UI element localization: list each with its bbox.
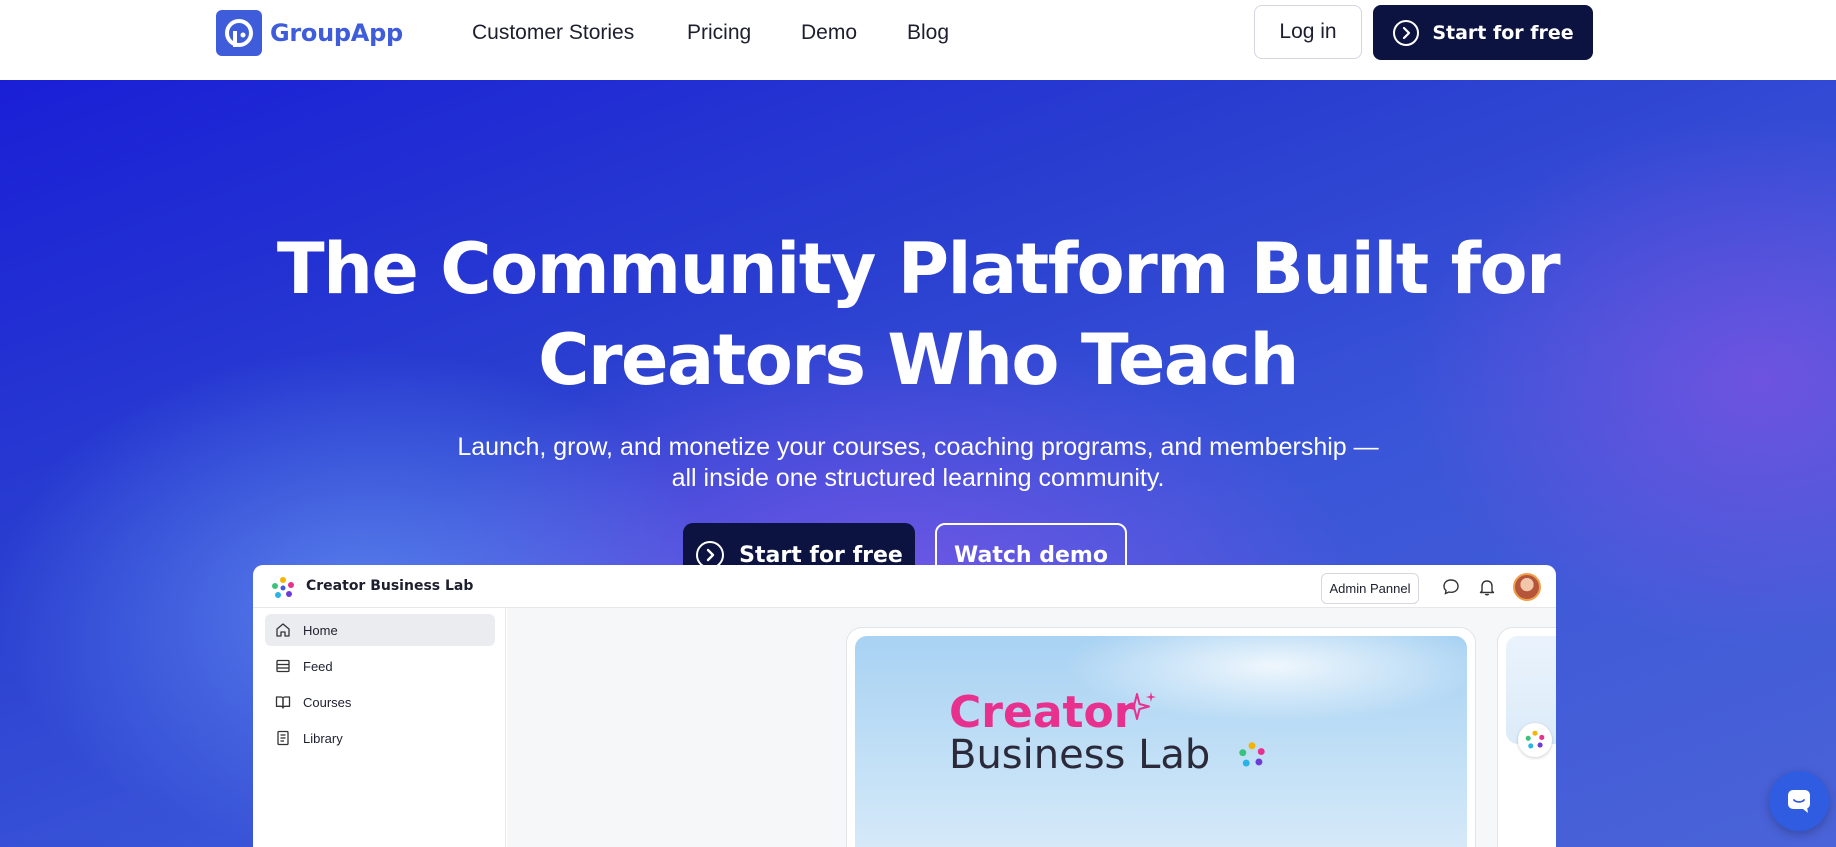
banner-subtitle: Business Lab <box>949 732 1211 778</box>
brand-logo[interactable]: GroupApp <box>216 10 403 56</box>
login-button-label: Log in <box>1279 20 1337 43</box>
nav-link-demo[interactable]: Demo <box>801 21 857 45</box>
sidebar-item-home[interactable]: Home <box>265 614 495 646</box>
start-free-button-nav[interactable]: Start for free <box>1373 5 1593 60</box>
admin-panel-label: Admin Pannel <box>1329 581 1411 596</box>
groupapp-logo-icon <box>216 10 262 56</box>
user-avatar[interactable] <box>1513 573 1541 601</box>
sidebar-item-courses[interactable]: Courses <box>265 686 495 718</box>
watch-demo-label: Watch demo <box>954 542 1108 568</box>
nav-link-customer-stories[interactable]: Customer Stories <box>472 21 634 45</box>
brand-name: GroupApp <box>270 19 403 47</box>
admin-panel-button[interactable]: Admin Pannel <box>1321 573 1419 604</box>
mockup-sidebar: Home Feed Courses Library <box>253 608 506 847</box>
nav-link-pricing[interactable]: Pricing <box>687 21 751 45</box>
sidebar-item-label: Library <box>303 730 343 746</box>
chat-widget-button[interactable] <box>1769 771 1829 831</box>
community-logo-icon <box>1525 730 1545 749</box>
banner-image: Creator Business Lab <box>855 636 1467 847</box>
chat-bubble-icon <box>1788 790 1810 813</box>
hero-title: The Community Platform Built for Creator… <box>0 224 1836 406</box>
app-preview-mockup: Creator Business Lab Admin Pannel Home F <box>253 565 1556 847</box>
home-icon <box>276 623 290 637</box>
growth-card-logo <box>1518 723 1552 757</box>
bell-icon[interactable] <box>1477 577 1497 597</box>
community-logo-icon <box>1239 742 1265 767</box>
sparkle-icon <box>1124 692 1156 720</box>
hero-subtitle-line-2: all inside one structured learning commu… <box>671 464 1165 492</box>
book-icon <box>275 696 291 709</box>
banner-title: Creator <box>949 687 1136 738</box>
chat-icon[interactable] <box>1441 577 1461 597</box>
community-name: Creator Business Lab <box>306 578 474 594</box>
sidebar-item-label: Courses <box>303 694 352 710</box>
sidebar-item-feed[interactable]: Feed <box>265 650 495 682</box>
library-icon <box>277 730 289 746</box>
hero-subtitle-line-1: Launch, grow, and monetize your courses,… <box>457 433 1379 461</box>
sidebar-item-library[interactable]: Library <box>265 722 495 754</box>
hero-subtitle: Launch, grow, and monetize your courses,… <box>0 432 1836 494</box>
feed-icon <box>276 659 290 673</box>
community-logo-icon <box>272 577 294 598</box>
mockup-main-area: Creator Business Lab <box>507 608 1556 847</box>
login-button[interactable]: Log in <box>1254 5 1362 59</box>
hero-start-label: Start for free <box>739 542 903 568</box>
hero-title-line-1: The Community Platform Built for <box>276 228 1561 310</box>
sidebar-item-label: Home <box>303 622 338 638</box>
nav-link-blog[interactable]: Blog <box>907 21 949 45</box>
hero-title-line-2: Creators Who Teach <box>538 319 1299 401</box>
community-banner-card[interactable]: Creator Business Lab <box>846 627 1476 847</box>
start-free-label: Start for free <box>1432 21 1574 44</box>
arrow-circle-right-icon <box>1393 19 1420 46</box>
top-navbar: GroupApp Customer Stories Pricing Demo B… <box>0 0 1836 80</box>
sidebar-item-label: Feed <box>303 658 333 674</box>
mockup-header: Creator Business Lab Admin Pannel <box>253 565 1556 608</box>
growth-card[interactable] <box>1497 627 1556 847</box>
